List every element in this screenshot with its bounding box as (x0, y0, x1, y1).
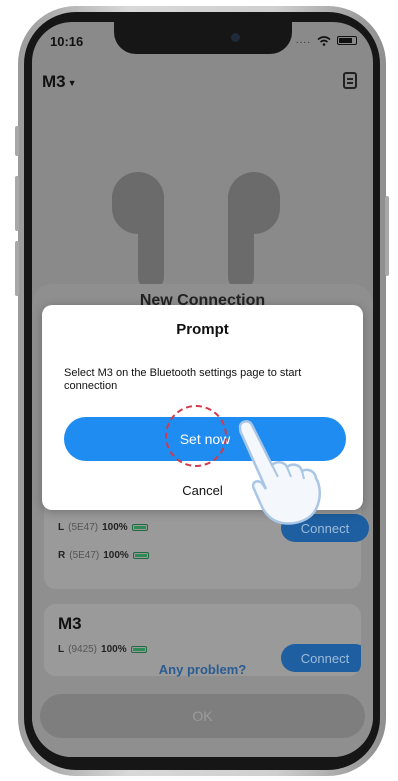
signal-icon: .... (295, 35, 311, 46)
dialog-title: Prompt (176, 321, 229, 338)
app-screen: 10:16 .... M3 ▼ New Connection L (5E47) 1… (32, 22, 373, 757)
battery-icon (130, 646, 147, 653)
side-label: L (58, 522, 65, 533)
pointing-hand-icon (238, 420, 321, 525)
device-name: M3 (58, 614, 82, 633)
mute-switch (15, 126, 19, 156)
any-problem-link[interactable]: Any problem? (32, 662, 373, 677)
device-code: (5E47) (69, 550, 100, 561)
tap-target-indicator (165, 405, 227, 467)
right-earbud-status: R (5E47) 100% (58, 550, 149, 561)
status-icons: .... (296, 35, 357, 46)
dialog-message: Select M3 on the Bluetooth settings page… (64, 367, 302, 392)
left-earbud-stem (138, 200, 164, 290)
device-code: (9425) (68, 644, 98, 655)
wifi-icon (317, 35, 331, 46)
battery-icon (132, 552, 149, 559)
right-earbud-stem (228, 200, 254, 290)
battery-icon (131, 524, 148, 531)
chevron-down-icon: ▼ (67, 77, 77, 88)
notch (114, 22, 292, 54)
battery-level: 100% (103, 550, 129, 561)
battery-level: 100% (102, 522, 128, 533)
side-label: L (58, 644, 65, 655)
ok-button[interactable]: OK (40, 694, 365, 738)
volume-down-button (15, 241, 19, 296)
device-name: M3 (42, 72, 66, 91)
left-earbud-status: L (9425) 100% (58, 644, 147, 655)
battery-icon (337, 36, 357, 45)
status-time: 10:16 (50, 34, 84, 49)
device-selector[interactable]: M3 ▼ (42, 72, 77, 92)
power-button (385, 196, 389, 276)
battery-level: 100% (101, 644, 127, 655)
side-label: R (58, 550, 66, 561)
left-earbud-status: L (5E47) 100% (58, 522, 148, 533)
document-icon[interactable] (343, 72, 357, 89)
camera-icon (231, 33, 240, 42)
volume-up-button (15, 176, 19, 231)
device-code: (5E47) (68, 522, 99, 533)
